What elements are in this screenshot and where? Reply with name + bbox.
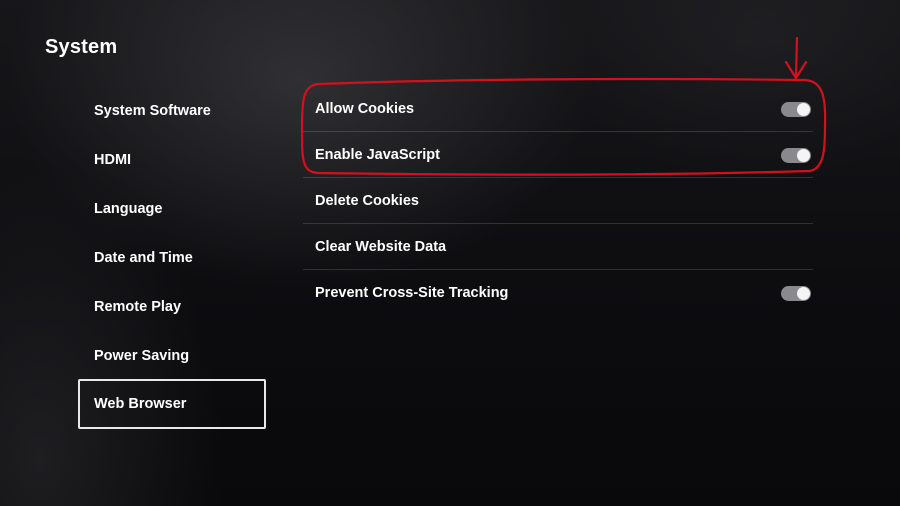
page-title: System [45, 36, 118, 58]
sidebar-item-language[interactable]: Language [78, 183, 266, 232]
enable-javascript-toggle[interactable] [781, 148, 811, 163]
sidebar-item-system-software[interactable]: System Software [78, 85, 266, 134]
setting-label: Delete Cookies [315, 193, 419, 209]
sidebar-item-remote-play[interactable]: Remote Play [78, 281, 266, 330]
sidebar-item-hdmi[interactable]: HDMI [78, 134, 266, 183]
prevent-cross-site-tracking-toggle[interactable] [781, 286, 811, 301]
setting-delete-cookies[interactable]: Delete Cookies [303, 178, 813, 224]
setting-label: Clear Website Data [315, 239, 447, 255]
settings-list: Allow Cookies Enable JavaScript Delete C… [303, 86, 813, 316]
sidebar: System Software HDMI Language Date and T… [78, 85, 266, 429]
setting-allow-cookies[interactable]: Allow Cookies [303, 86, 813, 132]
setting-label: Prevent Cross-Site Tracking [315, 285, 509, 301]
toggle-knob [797, 149, 810, 162]
sidebar-item-power-saving[interactable]: Power Saving [78, 330, 266, 379]
setting-label: Enable JavaScript [315, 147, 440, 163]
toggle-knob [797, 287, 810, 300]
toggle-knob [797, 103, 810, 116]
setting-prevent-cross-site-tracking[interactable]: Prevent Cross-Site Tracking [303, 270, 813, 316]
sidebar-item-web-browser[interactable]: Web Browser [78, 379, 266, 429]
setting-clear-website-data[interactable]: Clear Website Data [303, 224, 813, 270]
setting-enable-javascript[interactable]: Enable JavaScript [303, 132, 813, 178]
allow-cookies-toggle[interactable] [781, 102, 811, 117]
screen: System System Software HDMI Language Dat… [0, 0, 900, 506]
arrow-down-icon [784, 36, 808, 80]
setting-label: Allow Cookies [315, 101, 415, 117]
sidebar-item-date-and-time[interactable]: Date and Time [78, 232, 266, 281]
